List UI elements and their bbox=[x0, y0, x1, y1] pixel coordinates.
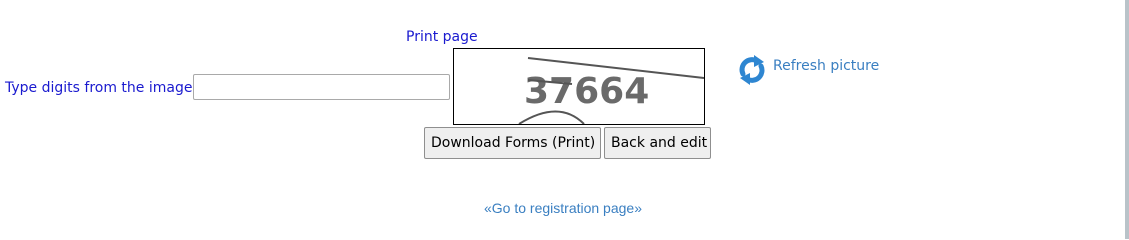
refresh-icon[interactable] bbox=[735, 53, 769, 87]
refresh-picture-link[interactable]: Refresh picture bbox=[773, 58, 879, 74]
captcha-svg: 37664 bbox=[518, 57, 704, 124]
print-page-link[interactable]: Print page bbox=[406, 29, 478, 45]
scrollbar[interactable] bbox=[1125, 0, 1129, 239]
page: Print page Type digits from the image 37… bbox=[0, 0, 1129, 239]
registration-page-link[interactable]: «Go to registration page» bbox=[484, 200, 642, 216]
captcha-label: Type digits from the image bbox=[5, 80, 193, 96]
back-and-edit-button[interactable]: Back and edit bbox=[604, 127, 711, 159]
download-forms-button[interactable]: Download Forms (Print) bbox=[424, 127, 601, 159]
captcha-image: 37664 bbox=[453, 48, 705, 125]
captcha-digits: 37664 bbox=[524, 71, 649, 112]
captcha-noise-curve bbox=[518, 110, 585, 124]
captcha-input[interactable] bbox=[193, 74, 450, 100]
